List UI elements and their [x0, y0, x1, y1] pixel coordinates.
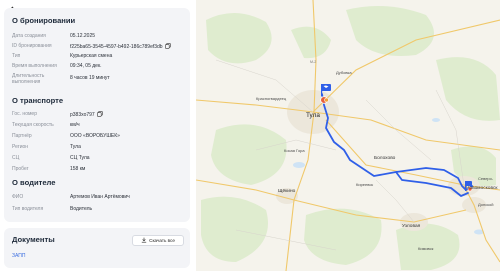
transport-row-speed: Текущая скорость км/ч	[12, 122, 186, 131]
map-label-kosaya-gora: Косая Гора	[284, 148, 305, 153]
copy-icon[interactable]	[164, 43, 171, 49]
download-icon	[141, 237, 147, 244]
section-title-booking: О бронировании	[12, 16, 76, 25]
transport-row-sc: СЦ СЦ Тула	[12, 155, 186, 164]
section-title-documents: Документы	[12, 235, 55, 244]
row-value: 05.12.2025	[70, 33, 96, 39]
map-canvas	[196, 0, 500, 271]
row-label: Тип водителя	[12, 206, 44, 212]
row-label: ID бронирования	[12, 43, 52, 49]
map-label-tula: Тула	[306, 112, 320, 119]
route-line	[321, 93, 473, 197]
map-label-kimovsk: Кимовск	[418, 246, 434, 251]
row-value: Курьерская смена	[70, 53, 113, 59]
download-all-label: Скачать все	[149, 238, 175, 243]
row-label: Гос. номер	[12, 111, 37, 117]
transport-row-region: Регион Тула	[12, 144, 186, 153]
map-label-road: М-2	[310, 60, 317, 64]
driver-row-type: Тип водителя Водитель	[12, 206, 186, 215]
map-label-novomoskovsk: Новомосковск	[466, 186, 498, 191]
details-panel: О бронировании Дата создания 05.12.2025 …	[2, 2, 194, 269]
plate-value: р383хо797	[70, 112, 95, 118]
row-value: ООО «ВОРОБУШЕК»	[70, 133, 120, 139]
transport-row-partner: Партнёр ООО «ВОРОБУШЕК»	[12, 133, 186, 142]
row-label: Пробег	[12, 166, 29, 172]
row-label: СЦ	[12, 155, 20, 161]
booking-row-time: Время выполнения 09:34, 05 дек.	[12, 63, 186, 72]
row-value: СЦ Тула	[70, 155, 90, 161]
driver-row-name: ФИО Артемов Иван Артёмович	[12, 194, 186, 203]
booking-row-id: ID бронирования f225ba65-3545-4597-b492-…	[12, 43, 186, 52]
document-link-zapp[interactable]: ЗАПП	[12, 253, 26, 259]
row-label: Время выполнения	[12, 63, 57, 69]
row-label: Регион	[12, 144, 29, 150]
copy-icon[interactable]	[96, 111, 103, 117]
booking-id-value: f225ba65-3545-4597-b492-186c789ef3db	[70, 44, 163, 50]
map-label-bolokhovo: Болохово	[374, 156, 396, 161]
booking-row-created: Дата создания 05.12.2025	[12, 33, 186, 42]
route-map[interactable]: Тула Красногвардеец Косая Гора Болохово …	[196, 0, 500, 271]
download-all-button[interactable]: Скачать все	[132, 235, 184, 246]
row-value: Артемов Иван Артёмович	[70, 194, 130, 200]
row-value: Тула	[70, 144, 81, 150]
map-label-shchekino: Щёкино	[278, 189, 296, 194]
row-value: f225ba65-3545-4597-b492-186c789ef3db	[70, 43, 188, 50]
row-label: ФИО	[12, 194, 24, 200]
map-label-severo: Северо-	[478, 176, 494, 181]
row-value: 8 часов 19 минут	[70, 75, 110, 81]
section-title-driver: О водителе	[12, 178, 56, 187]
map-label-kireevsk: Киреевск	[356, 182, 374, 187]
row-value: км/ч	[70, 122, 80, 128]
row-value: Водитель	[70, 206, 93, 212]
row-value: р383хо797	[70, 111, 188, 118]
row-label: Партнёр	[12, 133, 32, 139]
row-value: 158 км	[70, 166, 86, 172]
transport-row-plate: Гос. номер р383хо797	[12, 111, 186, 120]
row-label: Дата создания	[12, 33, 46, 39]
section-title-transport: О транспорте	[12, 96, 64, 105]
row-value: 09:34, 05 дек.	[70, 63, 102, 69]
row-label: Длительность выполнения	[12, 73, 45, 85]
booking-row-type: Тип Курьерская смена	[12, 53, 186, 62]
row-label: Тип	[12, 53, 21, 59]
map-label-dubovka: Дубовка	[336, 70, 352, 75]
details-card: О бронировании Дата создания 05.12.2025 …	[4, 8, 190, 222]
booking-row-duration: Длительность выполнения 8 часов 19 минут	[12, 73, 186, 87]
transport-row-mileage: Пробег 158 км	[12, 166, 186, 175]
map-label-uzlovaya: Узловая	[402, 224, 421, 229]
map-label-donskoy: Донской	[478, 202, 494, 207]
map-label-krasnogvardeets: Красногвардеец	[256, 96, 287, 101]
documents-card: Документы Скачать все ЗАПП	[4, 228, 190, 268]
row-label: Текущая скорость	[12, 122, 54, 128]
